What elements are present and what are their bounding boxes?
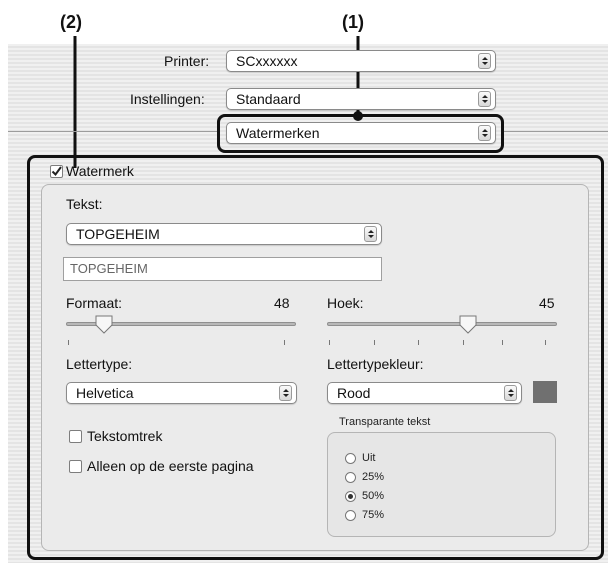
- panel-value: Watermerken: [236, 125, 320, 141]
- transparency-option-75: 75%: [362, 509, 385, 521]
- size-value: 48: [274, 295, 290, 311]
- transparency-title: Transparante tekst: [339, 416, 431, 428]
- angle-slider-track[interactable]: [327, 322, 557, 326]
- separator-left: [8, 131, 219, 132]
- text-popup[interactable]: TOPGEHEIM: [66, 223, 382, 245]
- first-page-only-checkbox[interactable]: [69, 460, 82, 473]
- angle-slider-tick: [502, 340, 503, 345]
- first-page-only-label: Alleen op de eerste pagina: [87, 458, 254, 474]
- angle-slider-tick: [329, 340, 330, 345]
- popup-arrows-icon: [364, 226, 377, 242]
- panel-popup[interactable]: Watermerken: [226, 122, 496, 144]
- size-slider-thumb[interactable]: [94, 315, 114, 335]
- size-slider-tick: [284, 340, 285, 345]
- separator-right: [503, 131, 608, 132]
- size-slider-tick: [68, 340, 69, 345]
- angle-value: 45: [539, 295, 555, 311]
- watermark-label: Watermerk: [66, 163, 134, 179]
- popup-arrows-icon: [478, 91, 491, 107]
- printer-value: SCxxxxxx: [236, 53, 298, 69]
- font-color-label: Lettertypekleur:: [327, 356, 424, 372]
- font-value: Helvetica: [76, 385, 134, 401]
- transparency-radio-50[interactable]: [345, 491, 356, 502]
- checkmark-icon: [51, 166, 62, 177]
- angle-slider-tick: [418, 340, 419, 345]
- text-label: Tekst:: [66, 196, 103, 212]
- printer-label: Printer:: [164, 53, 210, 69]
- settings-label: Instellingen:: [130, 91, 205, 107]
- text-input[interactable]: TOPGEHEIM: [63, 257, 382, 281]
- text-outline-label: Tekstomtrek: [87, 428, 163, 444]
- font-color-value: Rood: [337, 385, 371, 401]
- angle-slider-thumb[interactable]: [458, 315, 478, 335]
- font-popup[interactable]: Helvetica: [66, 382, 297, 404]
- popup-arrows-icon: [279, 385, 292, 401]
- transparency-radio-25[interactable]: [345, 472, 356, 483]
- angle-slider-tick: [545, 340, 546, 345]
- font-color-swatch[interactable]: [533, 381, 557, 403]
- transparency-option-25: 25%: [362, 471, 385, 483]
- transparency-option-50: 50%: [362, 490, 385, 502]
- text-popup-value: TOPGEHEIM: [76, 226, 160, 242]
- angle-slider-tick: [463, 340, 464, 345]
- size-label: Formaat:: [66, 295, 123, 311]
- font-label: Lettertype:: [66, 356, 133, 372]
- text-outline-checkbox[interactable]: [69, 430, 82, 443]
- popup-arrows-icon: [478, 53, 491, 69]
- popup-arrows-icon: [504, 385, 517, 401]
- watermark-checkbox[interactable]: [50, 165, 63, 178]
- angle-label: Hoek:: [327, 295, 364, 311]
- font-color-popup[interactable]: Rood: [327, 382, 522, 404]
- settings-value: Standaard: [236, 91, 301, 107]
- transparency-group: [327, 432, 556, 537]
- transparency-radio-75[interactable]: [345, 510, 356, 521]
- transparency-option-off: Uit: [362, 452, 376, 464]
- angle-slider-tick: [374, 340, 375, 345]
- transparency-radio-off[interactable]: [345, 453, 356, 464]
- printer-popup[interactable]: SCxxxxxx: [226, 50, 496, 72]
- settings-popup[interactable]: Standaard: [226, 88, 496, 110]
- popup-arrows-icon: [478, 125, 491, 141]
